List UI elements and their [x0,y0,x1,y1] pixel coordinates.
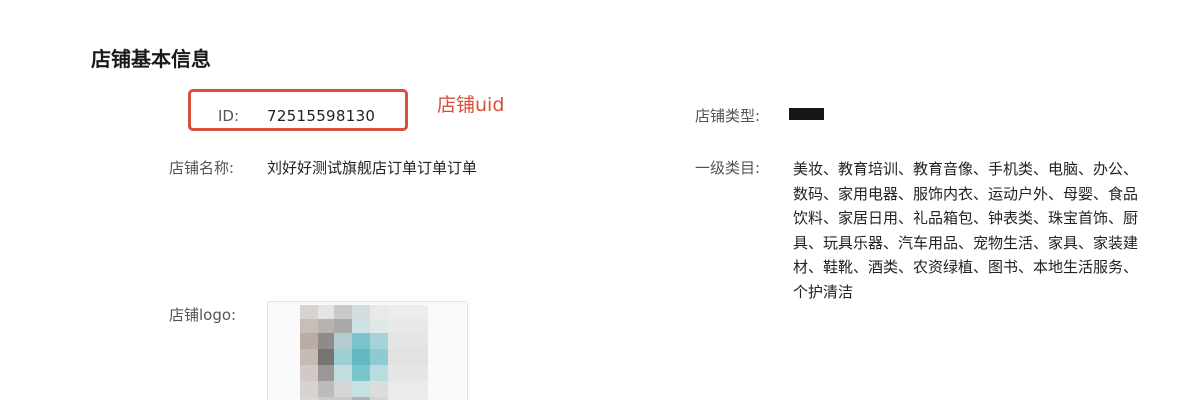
id-highlight-box [188,89,408,131]
uid-annotation: 店铺uid [437,94,505,116]
store-type-label: 店铺类型: [695,107,761,125]
store-type-redacted-value [789,108,824,120]
primary-category-value: 美妆、教育培训、教育音像、手机类、电脑、办公、数码、家用电器、服饰内衣、运动户外… [793,160,1139,301]
store-logo-image [267,301,468,400]
store-name-label: 店铺名称: [169,159,235,177]
store-info-page: 店铺基本信息 ID: 72515598130 店铺uid 店铺名称: 刘好好测试… [0,0,1200,400]
store-name-value: 刘好好测试旗舰店订单订单订单 [267,159,478,177]
primary-category-label: 一级类目: [695,159,761,177]
section-title: 店铺基本信息 [91,47,211,71]
store-logo-label: 店铺logo: [169,306,237,324]
